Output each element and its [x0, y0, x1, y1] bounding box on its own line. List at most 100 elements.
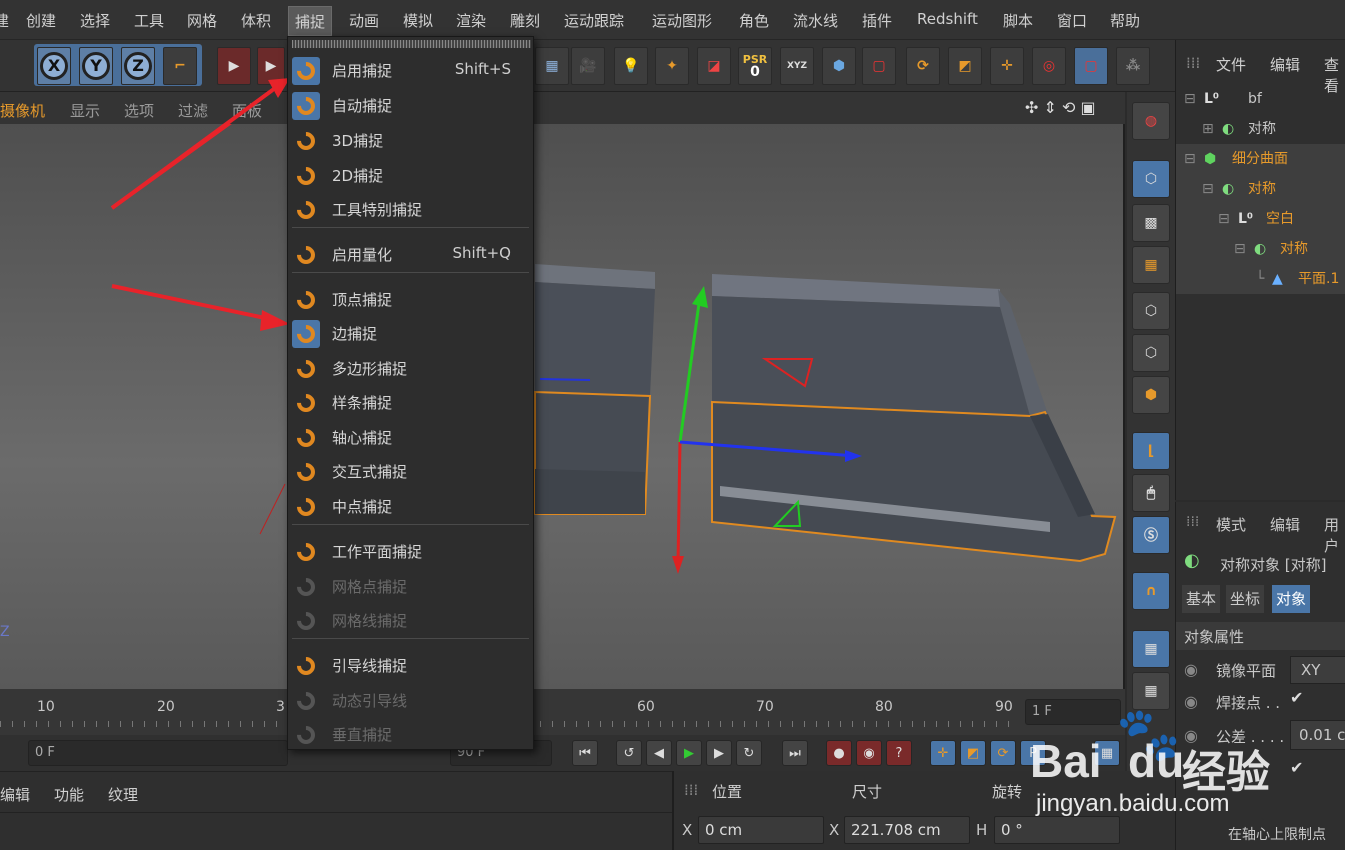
rect-select-button[interactable]: ▢ [862, 47, 896, 85]
menu-mesh[interactable]: 网格 [187, 10, 217, 31]
menu-window[interactable]: 窗口 [1057, 10, 1087, 31]
points-mode-button[interactable]: ⬡ [1132, 292, 1170, 330]
viewport-menu-camera[interactable]: 摄像机 [0, 100, 45, 121]
floor-button[interactable]: ▦ [535, 47, 569, 85]
obj-menu-edit[interactable]: 编辑 [1270, 54, 1300, 75]
attr-menu-user[interactable]: 用户 [1324, 514, 1345, 556]
mat-menu-edit[interactable]: 编辑 [0, 784, 30, 805]
weld-checkbox[interactable]: ✔ [1290, 688, 1303, 707]
menu-build[interactable]: 建 [0, 10, 9, 31]
deformer-button[interactable]: ✦ [655, 47, 689, 85]
size-x-field[interactable]: 221.708 cm [844, 816, 970, 844]
viewport-menu-display[interactable]: 显示 [70, 100, 100, 121]
mat-menu-texture[interactable]: 纹理 [108, 784, 138, 805]
timeline-ruler[interactable]: 10 20 3 60 70 80 90 1 F [0, 689, 1125, 735]
tab-coord[interactable]: 坐标 [1226, 585, 1265, 613]
tree-item[interactable]: ⊟ L⁰ 空白 [1176, 204, 1345, 234]
attr-menu-edit[interactable]: 编辑 [1270, 514, 1300, 535]
menu-plugins[interactable]: 插件 [862, 10, 892, 31]
edges-mode-button[interactable]: ⬡ [1132, 334, 1170, 372]
snap-menu-item[interactable]: 顶点捕捉 [288, 282, 533, 316]
snap-menu-item[interactable]: 引导线捕捉 [288, 648, 533, 682]
snap-menu-item[interactable]: 轴心捕捉 [288, 420, 533, 454]
menu-render[interactable]: 渲染 [456, 10, 486, 31]
record-button[interactable]: ● [826, 740, 852, 766]
tree-item[interactable]: ⊟ L⁰ bf [1176, 84, 1345, 114]
mat-menu-function[interactable]: 功能 [54, 784, 84, 805]
menu-volume[interactable]: 体积 [241, 10, 271, 31]
tree-item[interactable]: └ ▲ 平面.1 [1176, 264, 1345, 294]
cube-button[interactable]: ⬢ [822, 47, 856, 85]
snap-menu-item[interactable]: 交互式捕捉 [288, 454, 533, 488]
menu-character[interactable]: 角色 [739, 10, 769, 31]
axis-mode-button[interactable]: ⌊ [1132, 432, 1170, 470]
snap-menu-item[interactable]: 工具特别捕捉 [288, 192, 533, 226]
snap-menu-item[interactable]: 工作平面捕捉 [288, 534, 533, 568]
workplane-lock-button[interactable]: ▦ [1132, 630, 1170, 668]
tweak-mode-button[interactable]: 🖱 [1132, 474, 1170, 512]
menu-pipeline[interactable]: 流水线 [793, 10, 838, 31]
pos-x-field[interactable]: 0 cm [698, 816, 824, 844]
snap-menu-item[interactable]: 3D捕捉 [288, 123, 533, 157]
menu-tearoff-grip[interactable] [292, 40, 531, 48]
go-to-start-button[interactable]: ⏮ [572, 740, 598, 766]
tag-button[interactable]: ◪ [697, 47, 731, 85]
attr-menu-mode[interactable]: 模式 [1216, 514, 1246, 535]
menu-animate[interactable]: 动画 [349, 10, 379, 31]
obj-menu-file[interactable]: 文件 [1216, 54, 1246, 75]
keyframe-selection-button[interactable]: ? [886, 740, 912, 766]
snap-menu-item[interactable]: 启用捕捉 Shift+S [288, 53, 533, 87]
tree-item[interactable]: ⊟ ◐ 对称 [1176, 234, 1345, 264]
prev-frame-button[interactable]: ◀ [646, 740, 672, 766]
tree-item[interactable]: ⊞ ◐ 对称 [1176, 114, 1345, 144]
snap-menu-item[interactable]: 样条捕捉 [288, 385, 533, 419]
menu-redshift[interactable]: Redshift [917, 10, 978, 28]
key-position-button[interactable]: ✛ [930, 740, 956, 766]
key-rotation-button[interactable]: ⟳ [990, 740, 1016, 766]
snap-toggle-button[interactable]: ∩ [1132, 572, 1170, 610]
mirror-plane-select[interactable]: XY [1290, 656, 1345, 684]
menu-select[interactable]: 选择 [80, 10, 110, 31]
psr-button[interactable]: PSR 0 [738, 47, 772, 85]
camera-button[interactable]: 🎥 [571, 47, 605, 85]
workplane-mode-button[interactable]: ▦ [1132, 246, 1170, 284]
snap-menu-item[interactable]: 自动捕捉 [288, 88, 533, 122]
menu-mograph[interactable]: 运动图形 [652, 10, 712, 31]
next-key-button[interactable]: ↻ [736, 740, 762, 766]
rotate-button[interactable]: ⟳ [906, 47, 940, 85]
live-select-button[interactable]: ◎ [1032, 47, 1066, 85]
tree-item[interactable]: ⊟ ◐ 对称 [1176, 174, 1345, 204]
menu-snap[interactable]: 捕捉 [288, 6, 333, 36]
snap-menu-item[interactable]: 中点捕捉 [288, 489, 533, 523]
snap-menu-item[interactable]: 边捕捉 [288, 316, 533, 350]
move-button[interactable]: ✛ [990, 47, 1024, 85]
snap-menu-item[interactable]: 2D捕捉 [288, 158, 533, 192]
tree-item[interactable]: ⊟ ⬢ 细分曲面 [1176, 144, 1345, 174]
extra-tool-button[interactable]: ⁂ [1116, 47, 1150, 85]
texture-mode-button[interactable]: ▩ [1132, 204, 1170, 242]
play-button[interactable]: ▶ [676, 740, 702, 766]
go-to-end-button[interactable]: ⏭ [782, 740, 808, 766]
x-axis-lock-button[interactable]: X [37, 47, 71, 85]
polygons-mode-button[interactable]: ⬢ [1132, 376, 1170, 414]
prev-key-button[interactable]: ↺ [616, 740, 642, 766]
scale-button[interactable]: ◩ [948, 47, 982, 85]
tab-basic[interactable]: 基本 [1182, 585, 1221, 613]
xyz-button[interactable]: XYZ [780, 47, 814, 85]
menu-create[interactable]: 创建 [26, 10, 56, 31]
select-button[interactable]: ▢ [1074, 47, 1108, 85]
menu-tools[interactable]: 工具 [134, 10, 164, 31]
light-button[interactable]: 💡 [614, 47, 648, 85]
view-render-button[interactable]: ◍ [1132, 102, 1170, 140]
auto-key-button[interactable]: ◉ [856, 740, 882, 766]
menu-help[interactable]: 帮助 [1110, 10, 1140, 31]
snap-menu-item[interactable]: 启用量化 Shift+Q [288, 237, 533, 271]
viewport-nav-icons[interactable]: ✣ ⇕ ⟲ ▣ [1025, 98, 1096, 117]
snap-menu-item[interactable]: 多边形捕捉 [288, 351, 533, 385]
key-scale-button[interactable]: ◩ [960, 740, 986, 766]
menu-script[interactable]: 脚本 [1003, 10, 1033, 31]
menu-sculpt[interactable]: 雕刻 [510, 10, 540, 31]
tab-object[interactable]: 对象 [1272, 585, 1311, 613]
menu-simulate[interactable]: 模拟 [403, 10, 433, 31]
animate-dot-icon[interactable]: ◉ [1184, 692, 1198, 711]
